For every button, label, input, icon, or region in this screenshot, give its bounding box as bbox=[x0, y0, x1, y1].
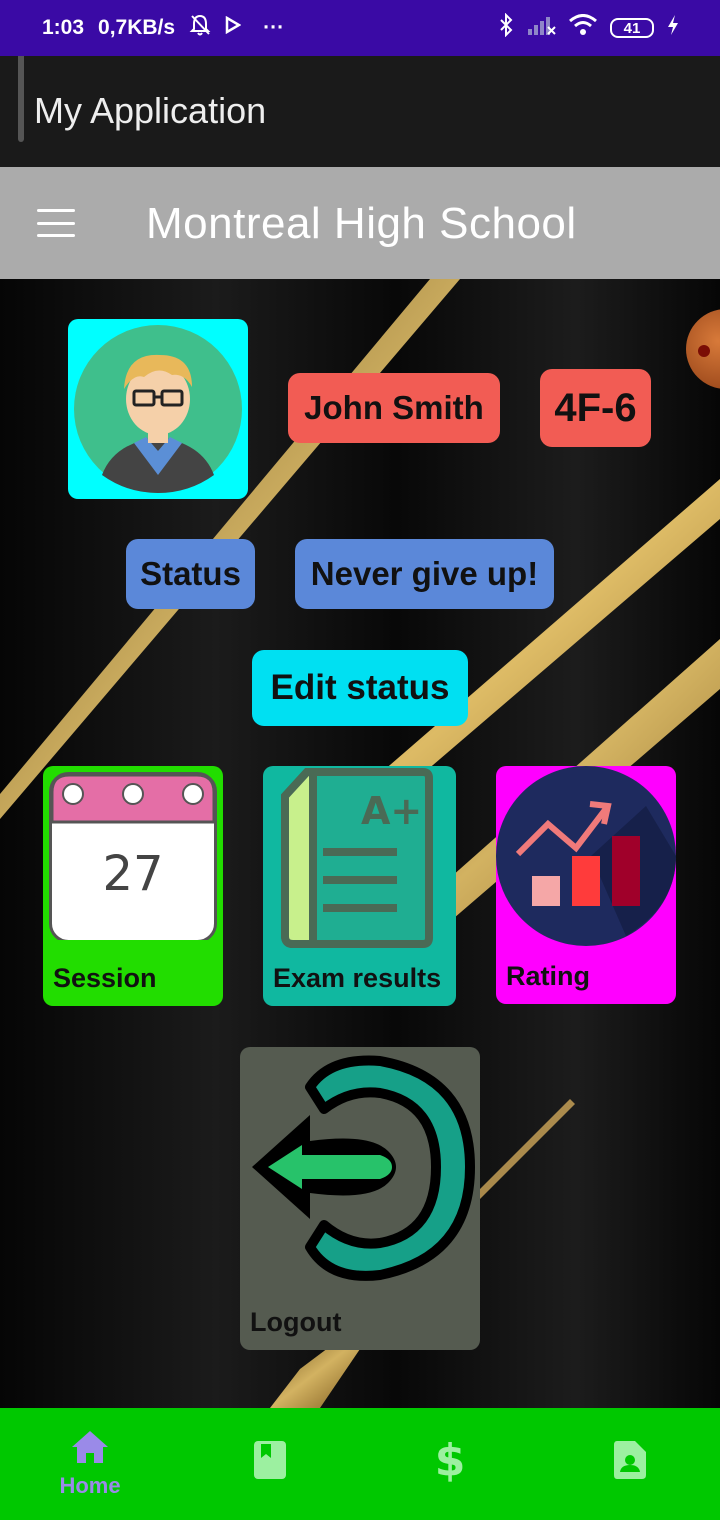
exam-book-icon: A+ bbox=[281, 768, 433, 948]
edit-status-button[interactable]: Edit status bbox=[252, 650, 468, 726]
network-speed: 0,7KB/s bbox=[98, 16, 176, 39]
nav-home[interactable]: Home bbox=[0, 1408, 180, 1520]
hamburger-menu-icon[interactable] bbox=[34, 205, 78, 241]
book-icon bbox=[254, 1441, 286, 1479]
logout-tile[interactable]: Logout bbox=[240, 1047, 480, 1350]
dollar-icon: $ bbox=[434, 1434, 466, 1486]
status-label: Status bbox=[126, 539, 255, 609]
bottom-navigation: Home $ bbox=[0, 1408, 720, 1520]
avatar[interactable] bbox=[68, 319, 248, 499]
calendar-day: 27 bbox=[102, 846, 164, 902]
school-header: Montreal High School bbox=[0, 167, 720, 279]
app-title: My Application bbox=[34, 90, 267, 131]
exam-results-label: Exam results bbox=[273, 963, 442, 993]
rating-label: Rating bbox=[506, 961, 590, 991]
bluetooth-icon bbox=[498, 12, 514, 43]
wifi-icon bbox=[568, 14, 598, 42]
session-label: Session bbox=[53, 963, 157, 993]
battery-level: 41 bbox=[623, 19, 641, 37]
school-name: Montreal High School bbox=[146, 199, 577, 248]
dashboard: John Smith 4F-6 Status Never give up! Ed… bbox=[0, 279, 720, 1408]
app-bar: My Application bbox=[0, 56, 720, 167]
nav-home-label: Home bbox=[59, 1473, 121, 1498]
class-badge: 4F-6 bbox=[540, 369, 651, 447]
logout-icon bbox=[252, 1055, 475, 1281]
mute-notifications-icon bbox=[189, 13, 211, 43]
charging-icon bbox=[666, 14, 680, 42]
status-text: Never give up! bbox=[295, 539, 554, 609]
battery-icon: 41 bbox=[610, 18, 654, 38]
app-bar-edge bbox=[18, 56, 24, 142]
nav-profile[interactable] bbox=[540, 1408, 720, 1520]
grade-text: A+ bbox=[361, 789, 422, 833]
nav-books[interactable] bbox=[180, 1408, 360, 1520]
status-bar: 1:03 0,7KB/s ··· 41 bbox=[0, 0, 720, 56]
signal-icon bbox=[526, 14, 556, 42]
more-notifications-icon: ··· bbox=[263, 16, 285, 39]
calendar-icon: 27 bbox=[49, 772, 217, 943]
exam-results-tile[interactable]: A+ Exam results bbox=[263, 766, 456, 1006]
rating-tile[interactable]: Rating bbox=[496, 766, 676, 1004]
student-avatar-icon bbox=[74, 325, 242, 493]
play-icon bbox=[225, 15, 242, 40]
status-time: 1:03 bbox=[42, 16, 85, 39]
student-name: John Smith bbox=[288, 373, 500, 443]
session-tile[interactable]: 27 Session bbox=[43, 766, 223, 1006]
home-icon bbox=[72, 1431, 108, 1463]
logout-label: Logout bbox=[250, 1307, 342, 1337]
nav-payments[interactable]: $ bbox=[360, 1408, 540, 1520]
contact-icon bbox=[614, 1441, 646, 1479]
rating-chart-icon bbox=[496, 766, 676, 946]
